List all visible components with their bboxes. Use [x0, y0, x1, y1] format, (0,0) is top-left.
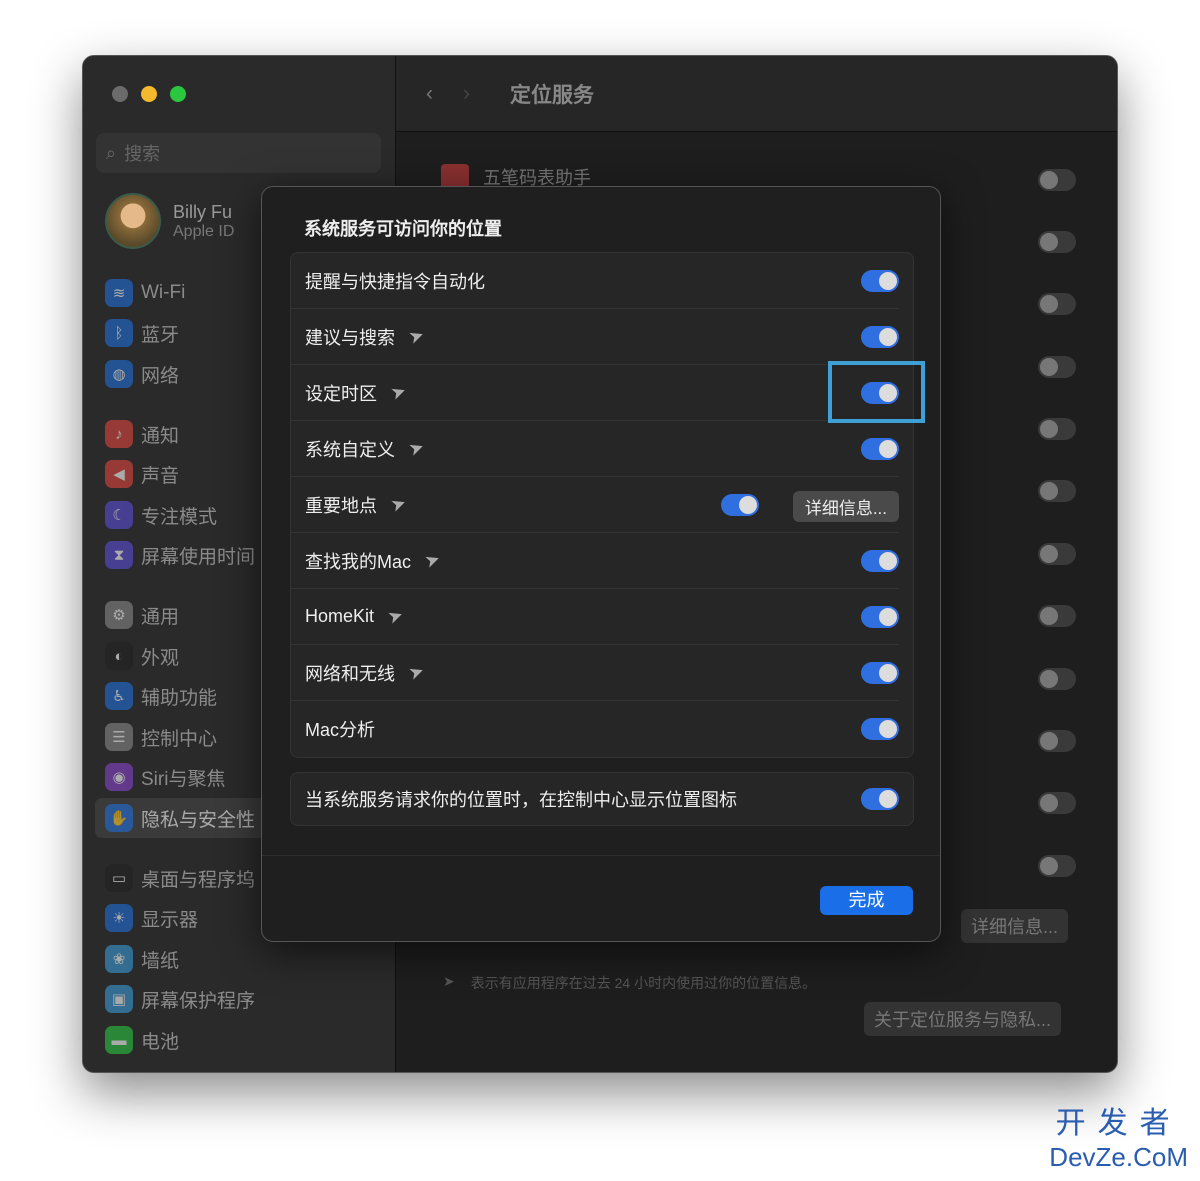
- zoom-button[interactable]: [170, 86, 186, 102]
- dialog-title: 系统服务可访问你的位置: [304, 219, 502, 239]
- sidebar-item[interactable]: ◉ Siri与聚焦: [105, 763, 225, 791]
- service-toggle[interactable]: [861, 326, 899, 348]
- service-row: Mac分析: [291, 701, 899, 757]
- status-icon-toggle[interactable]: [861, 788, 899, 810]
- sidebar-item[interactable]: ♪ 通知: [105, 420, 179, 448]
- done-button[interactable]: 完成: [820, 886, 913, 915]
- appearance-icon: ◐: [105, 642, 133, 670]
- services-list: 提醒与快捷指令自动化 建议与搜索 ➤ 设定时区 ➤ 系统自定义 ➤ 重要地点 ➤ 详细信息... 查…: [290, 252, 914, 758]
- speaker-icon: ◀: [105, 460, 133, 488]
- location-arrow-icon: ➤: [421, 548, 443, 573]
- app-location-toggle[interactable]: [1038, 543, 1076, 565]
- location-arrow-icon: ➤: [405, 324, 427, 349]
- status-group: 当系统服务请求你的位置时，在控制中心显示位置图标: [290, 772, 914, 826]
- sidebar-item[interactable]: ◀ 声音: [105, 460, 179, 488]
- sidebar-item[interactable]: ≋ Wi-Fi: [105, 279, 185, 307]
- accessibility-icon: ♿: [105, 682, 133, 710]
- hourglass-icon: ⧗: [105, 541, 133, 569]
- location-arrow-icon: ➤: [405, 436, 427, 461]
- forward-icon[interactable]: ›: [463, 82, 470, 106]
- sidebar-item[interactable]: ◍ 网络: [105, 360, 179, 388]
- wifi-icon: ≋: [105, 279, 133, 307]
- user-account[interactable]: Billy Fu Apple ID: [105, 193, 234, 249]
- back-icon[interactable]: ‹: [426, 82, 433, 106]
- sidebar-item[interactable]: ⧗ 屏幕使用时间: [105, 541, 255, 569]
- search-icon: ⌕: [106, 142, 117, 163]
- sidebar-item[interactable]: ✋ 隐私与安全性: [105, 804, 255, 832]
- system-services-dialog: 系统服务可访问你的位置 提醒与快捷指令自动化 建议与搜索 ➤ 设定时区 ➤ 系统自定义 ➤ 重…: [261, 186, 941, 942]
- app-location-toggle[interactable]: [1038, 605, 1076, 627]
- service-toggle[interactable]: [861, 606, 899, 628]
- siri-icon: ◉: [105, 763, 133, 791]
- hand-icon: ✋: [105, 804, 133, 832]
- details-button[interactable]: 详细信息...: [792, 491, 899, 522]
- control-center-icon: ☰: [105, 723, 133, 751]
- app-location-toggle[interactable]: [1038, 668, 1076, 690]
- status-icon-row: 当系统服务请求你的位置时，在控制中心显示位置图标: [291, 773, 899, 825]
- globe-icon: ◍: [105, 360, 133, 388]
- sidebar-item[interactable]: ⚙ 通用: [105, 601, 179, 629]
- location-arrow-icon: ➤: [384, 604, 406, 629]
- service-toggle[interactable]: [861, 718, 899, 740]
- screensaver-icon: ▣: [105, 985, 133, 1013]
- service-toggle[interactable]: [861, 270, 899, 292]
- page-title: 定位服务: [510, 83, 594, 107]
- bell-icon: ♪: [105, 420, 133, 448]
- service-row: 查找我的Mac ➤: [291, 533, 899, 589]
- service-row: 系统自定义 ➤: [291, 421, 899, 477]
- sidebar-item[interactable]: ▭ 桌面与程序坞: [105, 864, 255, 892]
- service-row: 设定时区 ➤: [291, 365, 899, 421]
- service-row: 提醒与快捷指令自动化: [291, 253, 899, 309]
- service-toggle[interactable]: [721, 494, 759, 516]
- service-row: 重要地点 ➤ 详细信息...: [291, 477, 899, 533]
- divider: [262, 855, 940, 856]
- app-location-toggle[interactable]: [1038, 480, 1076, 502]
- display-icon: ☀: [105, 904, 133, 932]
- highlight-box: [828, 361, 925, 423]
- app-location-toggle[interactable]: [1038, 169, 1076, 191]
- sidebar-item[interactable]: ᛒ 蓝牙: [105, 319, 179, 347]
- watermark: 开发者 DevZe.CoM: [1049, 1107, 1188, 1172]
- app-location-toggle[interactable]: [1038, 855, 1076, 877]
- location-arrow-icon: ➤: [387, 380, 409, 405]
- service-row: 网络和无线 ➤: [291, 645, 899, 701]
- sidebar-item[interactable]: ☀ 显示器: [105, 904, 198, 932]
- dock-icon: ▭: [105, 864, 133, 892]
- sidebar-item[interactable]: ♿ 辅助功能: [105, 682, 217, 710]
- service-toggle[interactable]: [861, 438, 899, 460]
- sidebar-item[interactable]: ◐ 外观: [105, 642, 179, 670]
- app-location-toggle[interactable]: [1038, 792, 1076, 814]
- location-arrow-icon: ➤: [443, 973, 455, 989]
- service-row: HomeKit ➤: [291, 589, 899, 645]
- toolbar: ‹ › 定位服务: [396, 56, 1117, 132]
- app-location-toggle[interactable]: [1038, 730, 1076, 752]
- bluetooth-icon: ᛒ: [105, 319, 133, 347]
- wallpaper-icon: ❀: [105, 945, 133, 973]
- battery-icon: ▬: [105, 1026, 133, 1054]
- close-button[interactable]: [112, 86, 128, 102]
- service-toggle[interactable]: [861, 550, 899, 572]
- footnote: ➤ 表示有应用程序在过去 24 小时内使用过你的位置信息。: [443, 973, 817, 991]
- sidebar-item[interactable]: ☰ 控制中心: [105, 723, 217, 751]
- sidebar-item[interactable]: ▬ 电池: [105, 1026, 179, 1054]
- sidebar-item[interactable]: ▣ 屏幕保护程序: [105, 985, 255, 1013]
- search-input[interactable]: ⌕ 搜索: [96, 133, 381, 173]
- about-privacy-button[interactable]: 关于定位服务与隐私...: [864, 1002, 1062, 1036]
- sidebar-item[interactable]: ❀ 墙纸: [105, 945, 179, 973]
- location-arrow-icon: ➤: [405, 660, 427, 685]
- minimize-button[interactable]: [141, 86, 157, 102]
- avatar: [105, 193, 161, 249]
- location-arrow-icon: ➤: [387, 492, 409, 517]
- gear-icon: ⚙: [105, 601, 133, 629]
- details-button[interactable]: 详细信息...: [961, 909, 1069, 943]
- service-row: 建议与搜索 ➤: [291, 309, 899, 365]
- app-location-toggle[interactable]: [1038, 293, 1076, 315]
- sidebar-item[interactable]: ☾ 专注模式: [105, 501, 217, 529]
- app-location-toggle[interactable]: [1038, 356, 1076, 378]
- moon-icon: ☾: [105, 501, 133, 529]
- app-location-toggle[interactable]: [1038, 231, 1076, 253]
- app-location-toggle[interactable]: [1038, 418, 1076, 440]
- service-toggle[interactable]: [861, 662, 899, 684]
